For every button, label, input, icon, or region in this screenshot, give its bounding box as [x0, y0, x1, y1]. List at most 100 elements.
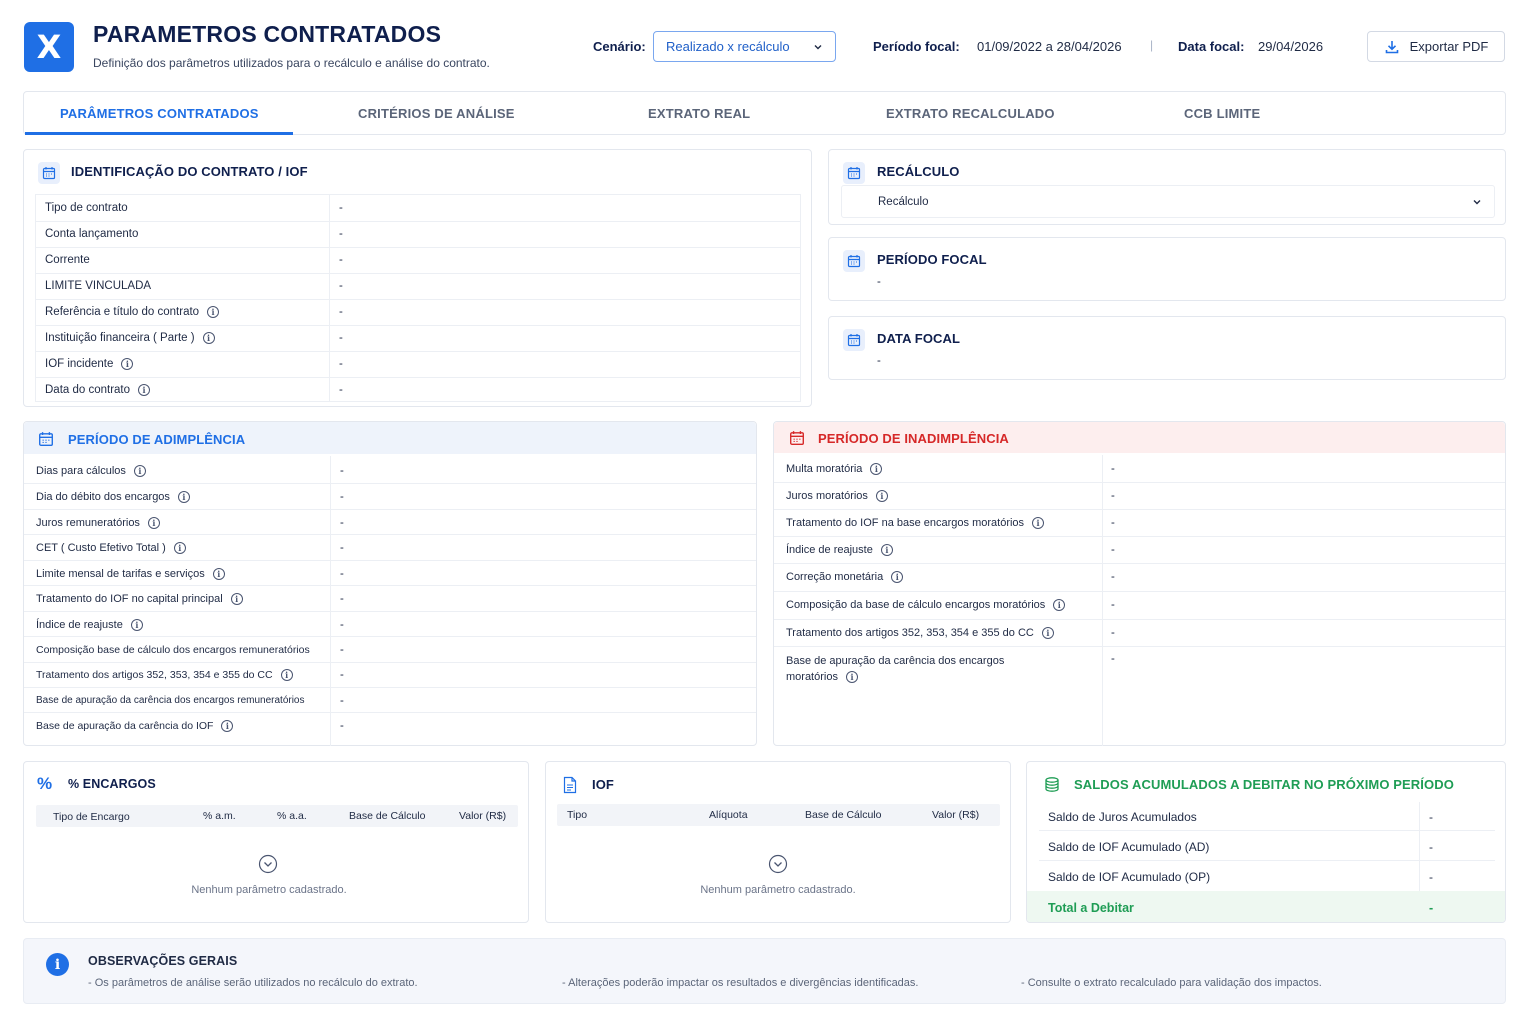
tab-criterios-de-analise[interactable]: CRITÉRIOS DE ANÁLISE: [358, 92, 515, 134]
page-title: PARAMETROS CONTRATADOS: [93, 21, 442, 47]
row-value: -: [1111, 463, 1115, 475]
info-icon[interactable]: i: [212, 568, 225, 580]
calendar-alert-icon: [786, 427, 808, 449]
row-value: -: [339, 384, 343, 396]
row-value: -: [1111, 627, 1115, 639]
table-divider: [330, 456, 331, 746]
saldo-row-value: -: [1429, 810, 1433, 824]
iof-title: IOF: [592, 777, 614, 792]
row-label: Correção monetária: [786, 571, 884, 583]
row-divider: [774, 536, 1505, 537]
info-icon[interactable]: i: [880, 544, 893, 556]
calendar-icon: [35, 428, 57, 450]
row-label: Base de apuração da carência do IOF: [36, 720, 214, 732]
cenario-select[interactable]: Realizado x recálculo: [653, 31, 836, 62]
table-row: Juros moratórios i: [786, 490, 888, 502]
info-icon[interactable]: i: [177, 491, 190, 503]
row-label: Tratamento dos artigos 352, 353, 354 e 3…: [786, 627, 1034, 639]
info-icon[interactable]: i: [121, 358, 134, 370]
iof-empty-message: Nenhum parâmetro cadastrado.: [700, 884, 856, 896]
export-pdf-button[interactable]: Exportar PDF: [1367, 31, 1505, 62]
table-row: Tratamento dos artigos 352, 353, 354 e 3…: [36, 669, 293, 681]
iof-table-header: Tipo Alíquota Base de Cálculo Valor (R$): [557, 804, 1000, 826]
info-icon[interactable]: i: [202, 332, 215, 344]
chevron-down-icon: [814, 44, 822, 49]
info-icon[interactable]: i: [138, 384, 151, 396]
info-icon[interactable]: i: [280, 669, 293, 681]
observacoes-title: OBSERVAÇÕES GERAIS: [88, 954, 238, 968]
periodo-focal-card: PERÍODO FOCAL -: [828, 237, 1506, 301]
row-value: -: [339, 228, 343, 240]
logo-letter: X: [36, 28, 62, 66]
info-icon[interactable]: i: [1032, 517, 1045, 529]
row-label: Data do contrato: [45, 384, 131, 396]
row-label: Índice de reajuste: [786, 544, 873, 556]
data-focal-title: DATA FOCAL: [877, 331, 961, 346]
periodo-focal-label: Período focal:: [873, 39, 960, 54]
table-row: Composição da base de cálculo encargos m…: [786, 599, 1066, 611]
row-value: -: [340, 644, 344, 656]
info-icon[interactable]: i: [891, 571, 904, 583]
tab-bar: PARÂMETROS CONTRATADOS CRITÉRIOS DE ANÁL…: [23, 91, 1506, 135]
row-value: -: [340, 491, 344, 503]
info-icon[interactable]: i: [870, 463, 883, 475]
info-icon[interactable]: i: [221, 720, 234, 732]
recalculo-title: RECÁLCULO: [877, 164, 960, 179]
calendar-icon: [843, 162, 865, 184]
info-icon[interactable]: i: [130, 619, 143, 631]
periodo-focal-value: -: [877, 276, 881, 288]
table-row: Multa moratória i: [786, 463, 883, 475]
table-row: Corrente: [45, 254, 90, 266]
table-row: Juros remuneratórios i: [36, 517, 160, 529]
row-divider: [24, 687, 756, 688]
row-divider: [24, 509, 756, 510]
table-divider: [1419, 802, 1420, 892]
tab-ccb-limite[interactable]: CCB LIMITE: [1184, 92, 1260, 134]
tab-extrato-real[interactable]: EXTRATO REAL: [648, 92, 750, 134]
tab-parametros-contratados[interactable]: PARÂMETROS CONTRATADOS: [60, 92, 259, 134]
row-divider: [1039, 860, 1495, 861]
info-icon[interactable]: i: [207, 306, 220, 318]
active-tab-indicator: [25, 132, 293, 135]
row-label: Composição base de cálculo dos encargos …: [36, 644, 310, 656]
page-subtitle: Definição dos parâmetros utilizados para…: [93, 56, 490, 70]
info-icon[interactable]: i: [173, 542, 186, 554]
row-value: -: [339, 332, 343, 344]
table-row: Tratamento do IOF na base encargos morat…: [786, 517, 1045, 529]
info-icon[interactable]: i: [1041, 627, 1054, 639]
observacao-item: - Os parâmetros de análise serão utiliza…: [88, 977, 418, 989]
row-divider: [36, 299, 800, 300]
row-value: -: [339, 358, 343, 370]
download-icon: [1385, 40, 1398, 53]
adimplencia-card: PERÍODO DE ADIMPLÊNCIA Dias para cálculo…: [23, 421, 757, 746]
info-icon[interactable]: i: [147, 517, 160, 529]
table-row: Dias para cálculos i: [36, 465, 146, 477]
row-value: -: [1111, 599, 1115, 611]
info-icon[interactable]: i: [845, 671, 858, 683]
recalculo-select[interactable]: Recálculo: [841, 185, 1495, 218]
info-icon[interactable]: i: [230, 593, 243, 605]
row-divider: [774, 482, 1505, 483]
column-header: Tipo: [567, 809, 588, 821]
table-row: Conta lançamento: [45, 228, 138, 240]
row-divider: [24, 534, 756, 535]
identificacao-table: Tipo de contrato - Conta lançamento - Co…: [35, 194, 801, 402]
encargos-table-header: Tipo de Encargo % a.m. % a.a. Base de Cá…: [36, 805, 518, 827]
info-icon[interactable]: i: [133, 465, 146, 477]
row-divider: [774, 646, 1505, 647]
row-label: Dia do débito dos encargos: [36, 491, 170, 503]
row-divider: [774, 591, 1505, 592]
info-icon[interactable]: i: [875, 490, 888, 502]
recalculo-card: RECÁLCULO Recálculo: [828, 149, 1506, 225]
row-divider: [24, 712, 756, 713]
row-value: -: [340, 465, 344, 477]
row-label: Limite mensal de tarifas e serviços: [36, 568, 205, 580]
column-header: Base de Cálculo: [805, 809, 882, 821]
encargos-card: % % ENCARGOS Tipo de Encargo % a.m. % a.…: [23, 761, 529, 923]
saldos-title: SALDOS ACUMULADOS A DEBITAR NO PRÓXIMO P…: [1074, 777, 1454, 792]
table-row: Instituição financeira ( Parte ) i: [45, 332, 215, 344]
table-row: Tratamento dos artigos 352, 353, 354 e 3…: [786, 627, 1054, 639]
tab-extrato-recalculado[interactable]: EXTRATO RECALCULADO: [886, 92, 1055, 134]
table-row: Dia do débito dos encargos i: [36, 491, 190, 503]
info-icon[interactable]: i: [1053, 599, 1066, 611]
